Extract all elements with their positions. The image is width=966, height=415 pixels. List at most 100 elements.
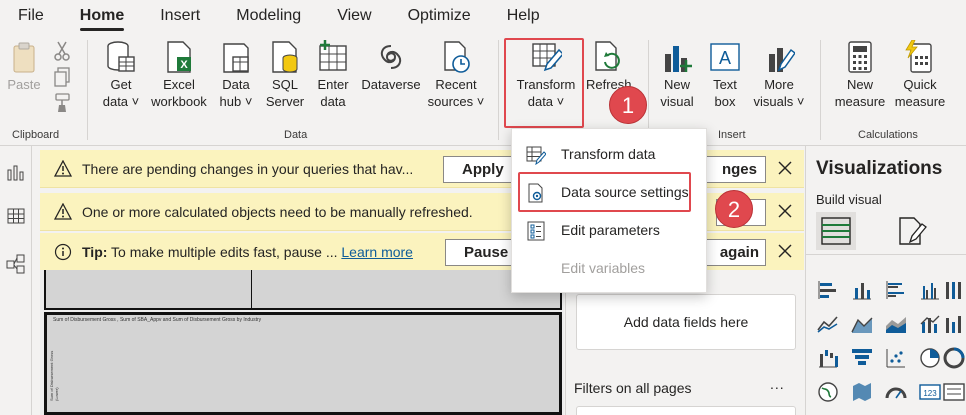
- multi-row-card-icon[interactable]: [942, 380, 966, 404]
- format-painter-icon[interactable]: [52, 92, 76, 116]
- stacked-area-chart-icon[interactable]: [884, 312, 908, 336]
- ribbon-chart-icon[interactable]: [942, 312, 966, 336]
- enter-data-button[interactable]: Enter data: [312, 40, 354, 110]
- apply-label: Apply: [462, 161, 504, 178]
- sql-label-2: Server: [265, 94, 305, 109]
- pie-chart-icon[interactable]: [918, 346, 942, 370]
- visual-placeholder[interactable]: [44, 270, 562, 310]
- view-switcher-rail: [0, 146, 32, 415]
- cut-icon[interactable]: [52, 40, 76, 64]
- visualizations-title: Visualizations: [816, 158, 943, 179]
- get-data-label-1: Get: [110, 77, 132, 92]
- menu-help[interactable]: Help: [507, 0, 540, 32]
- more-options-button[interactable]: ...: [770, 376, 785, 392]
- new-visual-button[interactable]: New visual: [654, 40, 700, 110]
- line-column-chart-icon[interactable]: [918, 312, 942, 336]
- dataverse-button[interactable]: Dataverse: [356, 40, 426, 93]
- paste-label: Paste: [7, 77, 41, 92]
- clustered-bar-chart-icon[interactable]: [884, 278, 908, 302]
- tip-body: To make multiple edits fast, pause ...: [107, 244, 338, 260]
- chart-visual[interactable]: Sum of Disbursement Gross , Sum of SBA_A…: [44, 312, 562, 415]
- quick-measure-button[interactable]: Quick measure: [890, 40, 950, 110]
- recent-sources-button[interactable]: Recent sources ˅: [426, 40, 486, 110]
- menu-item-label: Edit parameters: [561, 222, 660, 238]
- map-icon[interactable]: [816, 380, 840, 404]
- insert-group-label: Insert: [718, 129, 746, 141]
- gauge-icon[interactable]: [884, 380, 908, 404]
- excel-label-2: workbook: [151, 94, 207, 109]
- tip-text: Tip: To make multiple edits fast, pause …: [82, 244, 413, 260]
- pause-button-tail[interactable]: again: [704, 239, 766, 266]
- calculator-icon: [848, 41, 872, 73]
- add-data-fields-dropzone[interactable]: Add data fields here: [576, 294, 796, 350]
- excel-workbook-button[interactable]: X Excel workbook: [146, 40, 212, 110]
- waterfall-chart-icon[interactable]: [816, 346, 840, 370]
- excel-icon: X: [167, 41, 191, 73]
- menu-file[interactable]: File: [18, 0, 44, 32]
- info-icon: [54, 243, 72, 261]
- line-chart-icon[interactable]: [816, 312, 840, 336]
- card-icon[interactable]: 123: [918, 380, 942, 404]
- full-stacked-chart-icon[interactable]: [942, 278, 966, 302]
- close-icon[interactable]: [776, 202, 794, 220]
- apply-tail-label: nges: [721, 161, 757, 178]
- menu-item-edit-parameters[interactable]: Edit parameters: [512, 213, 708, 247]
- more-visuals-button[interactable]: More visuals ˅: [748, 40, 810, 110]
- apply-changes-button-tail[interactable]: nges: [704, 156, 766, 183]
- stacked-column-chart-icon[interactable]: [850, 278, 874, 302]
- divider: [251, 270, 252, 308]
- clustered-column-chart-icon[interactable]: [918, 278, 942, 302]
- format-visual-icon: [899, 217, 927, 245]
- data-hub-icon: [223, 43, 249, 73]
- format-visual-tab[interactable]: [892, 212, 932, 250]
- menu-modeling[interactable]: Modeling: [236, 0, 301, 32]
- new-visual-label-2: visual: [660, 94, 694, 109]
- menu-insert[interactable]: Insert: [160, 0, 200, 32]
- stacked-bar-chart-icon[interactable]: [816, 278, 840, 302]
- quick-measure-label-1: Quick: [903, 77, 937, 92]
- scatter-chart-icon[interactable]: [884, 346, 908, 370]
- text-box-icon: A: [710, 43, 740, 71]
- menu-item-label: Edit variables: [561, 260, 646, 276]
- menu-view[interactable]: View: [337, 0, 371, 32]
- pause-label: Pause: [464, 244, 509, 261]
- divider: [498, 40, 499, 140]
- get-data-button[interactable]: Get data ˅: [98, 40, 144, 110]
- menu-optimize[interactable]: Optimize: [408, 0, 471, 32]
- new-visual-icon: [665, 46, 692, 72]
- menu-home[interactable]: Home: [79, 0, 125, 32]
- area-chart-icon[interactable]: [850, 312, 874, 336]
- data-hub-button[interactable]: Data hub ˅: [214, 40, 258, 110]
- data-hub-label-2: hub ˅: [219, 94, 253, 109]
- visual-axis-label: Sum of Disbursement Gross (Lower): [49, 350, 59, 401]
- new-measure-button[interactable]: New measure: [830, 40, 890, 110]
- menu-item-transform-data[interactable]: Transform data: [512, 137, 708, 171]
- close-icon[interactable]: [776, 159, 794, 177]
- report-view-icon[interactable]: [6, 162, 26, 182]
- copy-icon[interactable]: [52, 66, 76, 90]
- recent-sources-icon: [444, 41, 470, 73]
- data-hub-label-1: Data: [222, 77, 250, 92]
- text-box-button[interactable]: A Text box: [704, 40, 746, 110]
- recent-label-1: Recent: [435, 77, 477, 92]
- menu-bar: File Home Insert Modeling View Optimize …: [0, 0, 966, 32]
- table-view-icon[interactable]: [6, 206, 26, 226]
- recent-label-2: sources ˅: [427, 94, 485, 109]
- sql-server-button[interactable]: SQL Server: [262, 40, 308, 110]
- close-icon[interactable]: [776, 242, 794, 260]
- build-visual-tab[interactable]: [816, 212, 856, 250]
- filters-dropzone[interactable]: [576, 406, 796, 415]
- refresh-button[interactable]: Refresh: [583, 40, 631, 93]
- clipboard-small-buttons: [52, 40, 76, 118]
- learn-more-link[interactable]: Learn more: [341, 244, 413, 260]
- new-visual-label-1: New: [663, 77, 690, 92]
- new-measure-label-2: measure: [834, 94, 886, 109]
- more-visuals-label-1: More: [764, 77, 794, 92]
- funnel-chart-icon[interactable]: [850, 346, 874, 370]
- filled-map-icon[interactable]: [850, 380, 874, 404]
- notification-text: One or more calculated objects need to b…: [82, 204, 473, 220]
- donut-chart-icon[interactable]: [942, 346, 966, 370]
- enter-data-icon: [319, 40, 347, 71]
- paste-button[interactable]: Paste: [4, 40, 44, 93]
- model-view-icon[interactable]: [6, 254, 26, 274]
